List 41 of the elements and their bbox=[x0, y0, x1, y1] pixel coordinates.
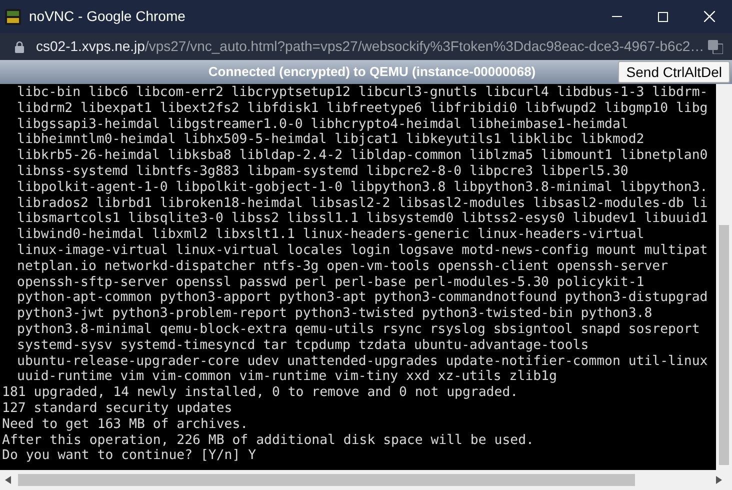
terminal-line: 181 upgraded, 14 newly installed, 0 to remove and 0 not upgraded. bbox=[1, 385, 518, 401]
terminal-line: netplan.io networkd-dispatcher ntfs-3g open-vm-tools openssh-client openssh-server bbox=[16, 258, 668, 275]
terminal-line: Need to get 163 MB of archives. bbox=[1, 416, 248, 433]
terminal-line: python3-jwt python3-problem-report python3-twisted python3-twisted-bin python3.8 bbox=[16, 306, 652, 322]
address-bar[interactable]: cs02-1.xvps.ne.jp/vps27/vnc_auto.html?path=vps27/websockify%3Ftoken%3Ddac98eac-dce3-4967-b6c2… bbox=[0, 33, 732, 60]
window-title: noVNC - Google Chrome bbox=[29, 7, 186, 26]
vnc-logo-icon bbox=[5, 8, 21, 24]
terminal-line: 127 standard security updates bbox=[1, 400, 232, 417]
terminal-line: systemd-sysv systemd-timesyncd tar tcpdump tzdata ubuntu-advantage-tools bbox=[16, 338, 589, 354]
scroll-left-icon[interactable] bbox=[5, 476, 11, 484]
send-ctrl-alt-del-button[interactable]: Send CtrlAltDel bbox=[618, 61, 730, 83]
terminal-line: libgssapi3-heimdal libgstreamer1.0-0 libhcrypto4-heimdal libheimbase1-heimdal bbox=[16, 116, 628, 132]
terminal-line: After this operation, 226 MB of additional disk space will be used. bbox=[1, 432, 534, 448]
terminal-line: ubuntu-release-upgrader-core udev unattended-upgrades update-notifier-common util-linux bbox=[16, 354, 708, 370]
terminal-line: libheimntlm0-heimdal libhx509-5-heimdal libjcat1 libkeyutils1 libklibc libkmod2 bbox=[16, 132, 644, 148]
translate-icon[interactable] bbox=[708, 40, 723, 54]
terminal-line: python-apt-common python3-apport python3-apt python3-commandnotfound python3-distupgrad bbox=[16, 290, 708, 306]
url-text: cs02-1.xvps.ne.jp/vps27/vnc_auto.html?path=vps27/websockify%3Ftoken%3Ddac98eac-dce3-4967-b6c2… bbox=[36, 37, 704, 56]
scroll-right-icon[interactable] bbox=[716, 476, 722, 484]
minimize-icon bbox=[612, 16, 622, 17]
terminal-line: uuid-runtime vim vim-common vim-runtime vim-tiny xxd xz-utils zlib1g bbox=[16, 369, 557, 386]
terminal-line: libnss-systemd libntfs-3g883 libpam-systemd libpcre2-8-0 libpcre3 libperl5.30 bbox=[16, 164, 628, 180]
terminal-line: libkrb5-26-heimdal libksba8 libldap-2.4-2 libldap-common liblzma5 libmount1 libnetplan0 bbox=[16, 148, 708, 164]
terminal-line: libc-bin libc6 libcom-err2 libcryptsetup12 libcurl3-gnutls libcurl4 libdbus-1-3 libdrm- bbox=[16, 85, 708, 101]
terminal-line: Do you want to continue? [Y/n] Y bbox=[1, 448, 256, 464]
terminal-line: libwind0-heimdal libxml2 libxslt1.1 linux-headers-generic linux-headers-virtual bbox=[16, 227, 644, 243]
terminal-line: python3.8-minimal qemu-block-extra qemu-utils rsync rsyslog sbsigntool snapd sosreport bbox=[16, 322, 700, 338]
connection-status: Connected (encrypted) to QEMU (instance-00000068) bbox=[208, 63, 536, 82]
maximize-icon bbox=[658, 12, 668, 22]
horizontal-scrollbar[interactable] bbox=[0, 470, 732, 490]
terminal-line: libdrm2 libexpat1 libext2fs2 libfdisk1 libfreetype6 libfribidi0 libfwupd2 libgmp10 libg bbox=[16, 100, 708, 117]
terminal-line: libsmartcols1 libsqlite3-0 libss2 libssl1.1 libsystemd0 libtss2-esys0 libudev1 libuuid1 bbox=[16, 211, 708, 228]
scrollbar-thumb[interactable] bbox=[18, 474, 635, 486]
terminal-line: libpolkit-agent-1-0 libpolkit-gobject-1-0 libpython3.8 libpython3.8-minimal libpython3. bbox=[16, 180, 708, 196]
terminal-line: librados2 librbd1 libroken18-heimdal libsasl2-2 libsasl2-modules libsasl2-modules-db li bbox=[16, 196, 708, 212]
vertical-scrollbar[interactable] bbox=[716, 84, 732, 470]
scrollbar-thumb[interactable] bbox=[719, 225, 729, 465]
close-icon bbox=[704, 11, 714, 22]
terminal-line: openssh-sftp-server openssl passwd perl perl-base perl-modules-5.30 policykit-1 bbox=[16, 274, 644, 290]
terminal-line: linux-image-virtual linux-virtual locales login logsave motd-news-config mount multipat bbox=[16, 242, 708, 259]
lock-icon bbox=[15, 40, 24, 52]
